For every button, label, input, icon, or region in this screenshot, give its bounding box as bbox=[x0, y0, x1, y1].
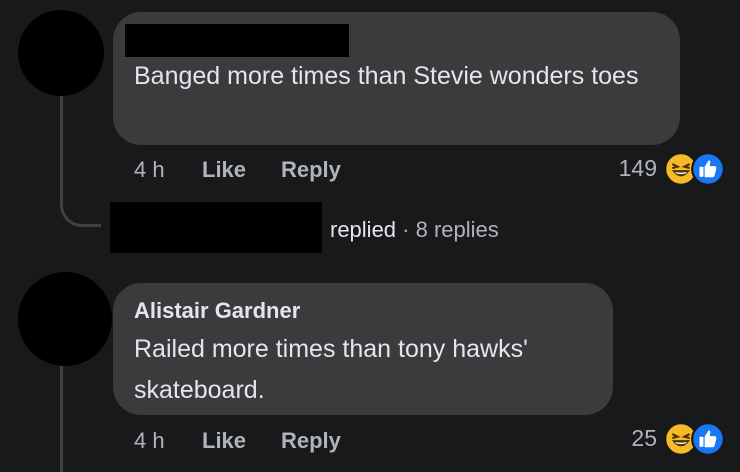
redacted-author-name bbox=[125, 24, 349, 57]
replied-label: replied bbox=[330, 217, 397, 242]
thread-line bbox=[60, 366, 63, 472]
reply-button[interactable]: Reply bbox=[281, 157, 341, 183]
avatar[interactable] bbox=[18, 10, 104, 96]
comment-text: Railed more times than tony hawks' skate… bbox=[134, 335, 528, 404]
thread-connector bbox=[60, 200, 101, 227]
thread-line bbox=[60, 96, 63, 206]
reaction-count[interactable]: 25 bbox=[600, 425, 657, 452]
comment-timestamp[interactable]: 4 h bbox=[134, 428, 165, 454]
comment-text: Banged more times than Stevie wonders to… bbox=[134, 62, 639, 90]
reaction-count[interactable]: 149 bbox=[595, 155, 657, 182]
comment-thread: Banged more times than Stevie wonders to… bbox=[0, 0, 740, 472]
like-button[interactable]: Like bbox=[202, 157, 246, 183]
redacted-replier-name bbox=[110, 202, 322, 253]
separator-dot: · bbox=[402, 217, 410, 242]
avatar[interactable] bbox=[18, 272, 112, 366]
replies-count: 8 replies bbox=[415, 217, 499, 242]
view-replies-link[interactable]: replied · 8 replies bbox=[330, 217, 499, 243]
reply-button[interactable]: Reply bbox=[281, 428, 341, 454]
like-button[interactable]: Like bbox=[202, 428, 246, 454]
comment-author[interactable]: Alistair Gardner bbox=[134, 298, 300, 324]
like-icon[interactable] bbox=[691, 152, 725, 186]
comment-timestamp[interactable]: 4 h bbox=[134, 157, 165, 183]
like-icon[interactable] bbox=[691, 422, 725, 456]
